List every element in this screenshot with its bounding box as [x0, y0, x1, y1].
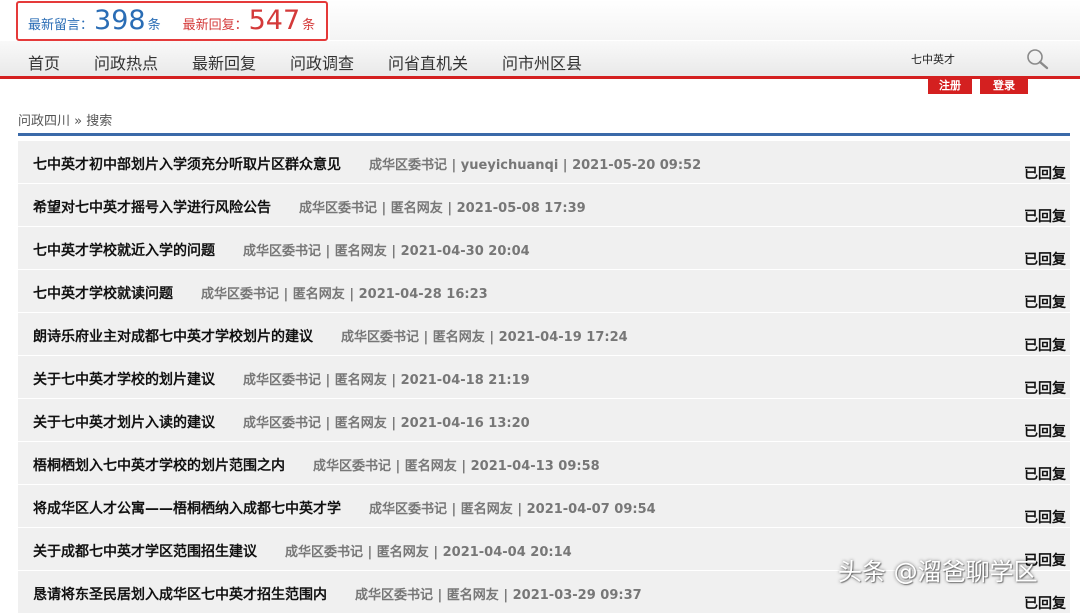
result-meta: 成华区委书记 | 匿名网友 | 2021-04-07 09:54 — [369, 502, 656, 517]
result-meta: 成华区委书记 | 匿名网友 | 2021-04-13 09:58 — [313, 459, 600, 474]
result-meta: 成华区委书记 | 匿名网友 | 2021-04-30 20:04 — [243, 244, 530, 259]
result-title[interactable]: 恳请将东圣民居划入成华区七中英才招生范围内 成华区委书记 | 匿名网友 | 202… — [33, 584, 642, 604]
result-meta: 成华区委书记 | 匿名网友 | 2021-03-29 09:37 — [355, 588, 642, 603]
result-row[interactable]: 七中英才初中部划片入学须充分听取片区群众意见 成华区委书记 | yueyichua… — [18, 141, 1070, 184]
result-status: 已回复 — [1024, 381, 1066, 397]
result-row[interactable]: 朗诗乐府业主对成都七中英才学校划片的建议 成华区委书记 | 匿名网友 | 2021… — [18, 313, 1070, 356]
result-title[interactable]: 朗诗乐府业主对成都七中英才学校划片的建议 成华区委书记 | 匿名网友 | 2021… — [33, 326, 628, 346]
breadcrumb-divider — [18, 133, 1070, 136]
result-row[interactable]: 梧桐栖划入七中英才学校的划片范围之内 成华区委书记 | 匿名网友 | 2021-0… — [18, 442, 1070, 485]
top-banner-background — [330, 0, 1080, 40]
nav-item-latest-replies[interactable]: 最新回复 — [192, 50, 256, 74]
result-title[interactable]: 关于成都七中英才学区范围招生建议 成华区委书记 | 匿名网友 | 2021-04-… — [33, 541, 572, 561]
result-status: 已回复 — [1024, 166, 1066, 182]
result-status: 已回复 — [1024, 295, 1066, 311]
result-row[interactable]: 七中英才学校就读问题 成华区委书记 | 匿名网友 | 2021-04-28 16:… — [18, 270, 1070, 313]
latest-messages-count: 398 — [94, 5, 146, 36]
result-row[interactable]: 将成华区人才公寓——梧桐栖纳入成都七中英才学 成华区委书记 | 匿名网友 | 20… — [18, 485, 1070, 528]
nav-item-home[interactable]: 首页 — [28, 50, 60, 74]
result-title[interactable]: 梧桐栖划入七中英才学校的划片范围之内 成华区委书记 | 匿名网友 | 2021-0… — [33, 455, 600, 475]
result-meta: 成华区委书记 | 匿名网友 | 2021-04-19 17:24 — [341, 330, 628, 345]
search-input[interactable] — [908, 48, 1018, 70]
result-title[interactable]: 七中英才初中部划片入学须充分听取片区群众意见 成华区委书记 | yueyichua… — [33, 154, 701, 174]
result-status: 已回复 — [1024, 424, 1066, 440]
login-button[interactable]: 登录 — [980, 78, 1028, 94]
result-status: 已回复 — [1024, 209, 1066, 225]
result-title[interactable]: 七中英才学校就近入学的问题 成华区委书记 | 匿名网友 | 2021-04-30 … — [33, 240, 530, 260]
result-row[interactable]: 希望对七中英才摇号入学进行风险公告 成华区委书记 | 匿名网友 | 2021-05… — [18, 184, 1070, 227]
latest-replies-count: 547 — [248, 5, 301, 36]
result-status: 已回复 — [1024, 510, 1066, 526]
result-status: 已回复 — [1024, 596, 1066, 612]
result-row[interactable]: 关于七中英才划片入读的建议 成华区委书记 | 匿名网友 | 2021-04-16 … — [18, 399, 1070, 442]
result-meta: 成华区委书记 | 匿名网友 | 2021-05-08 17:39 — [299, 201, 586, 216]
watermark: 头条 @溜爸聊学区 — [838, 558, 1038, 586]
latest-replies-label: 最新回复： — [182, 18, 248, 33]
search-icon[interactable] — [1024, 47, 1052, 71]
result-title[interactable]: 希望对七中英才摇号入学进行风险公告 成华区委书记 | 匿名网友 | 2021-05… — [33, 197, 586, 217]
latest-messages-label: 最新留言： — [28, 18, 94, 33]
result-row[interactable]: 关于七中英才学校的划片建议 成华区委书记 | 匿名网友 | 2021-04-18 … — [18, 356, 1070, 399]
search-results-list: 七中英才初中部划片入学须充分听取片区群众意见 成华区委书记 | yueyichua… — [18, 141, 1070, 614]
result-meta: 成华区委书记 | 匿名网友 | 2021-04-16 13:20 — [243, 416, 530, 431]
latest-messages-unit: 条 — [147, 18, 161, 33]
result-meta: 成华区委书记 | 匿名网友 | 2021-04-18 21:19 — [243, 373, 530, 388]
nav-item-surveys[interactable]: 问政调查 — [290, 50, 354, 74]
nav-item-provincial-agencies[interactable]: 问省直机关 — [388, 50, 468, 74]
result-meta: 成华区委书记 | yueyichuanqi | 2021-05-20 09:52 — [369, 158, 702, 173]
result-title[interactable]: 将成华区人才公寓——梧桐栖纳入成都七中英才学 成华区委书记 | 匿名网友 | 20… — [33, 498, 656, 518]
stats-summary: 最新留言： 398 条 最新回复： 547 条 — [16, 1, 328, 41]
search-box — [908, 47, 1054, 71]
nav-item-cities-counties[interactable]: 问市州区县 — [502, 50, 582, 74]
result-title[interactable]: 七中英才学校就读问题 成华区委书记 | 匿名网友 | 2021-04-28 16:… — [33, 283, 488, 303]
breadcrumb: 问政四川 » 搜索 — [18, 114, 113, 129]
result-title[interactable]: 关于七中英才学校的划片建议 成华区委书记 | 匿名网友 | 2021-04-18 … — [33, 369, 530, 389]
result-meta: 成华区委书记 | 匿名网友 | 2021-04-04 20:14 — [285, 545, 572, 560]
result-status: 已回复 — [1024, 467, 1066, 483]
result-meta: 成华区委书记 | 匿名网友 | 2021-04-28 16:23 — [201, 287, 488, 302]
result-status: 已回复 — [1024, 338, 1066, 354]
register-button[interactable]: 注册 — [928, 78, 972, 94]
result-title[interactable]: 关于七中英才划片入读的建议 成华区委书记 | 匿名网友 | 2021-04-16 … — [33, 412, 530, 432]
result-status: 已回复 — [1024, 252, 1066, 268]
latest-replies-unit: 条 — [302, 18, 316, 33]
result-row[interactable]: 七中英才学校就近入学的问题 成华区委书记 | 匿名网友 | 2021-04-30 … — [18, 227, 1070, 270]
nav-item-hot-topics[interactable]: 问政热点 — [94, 50, 158, 74]
